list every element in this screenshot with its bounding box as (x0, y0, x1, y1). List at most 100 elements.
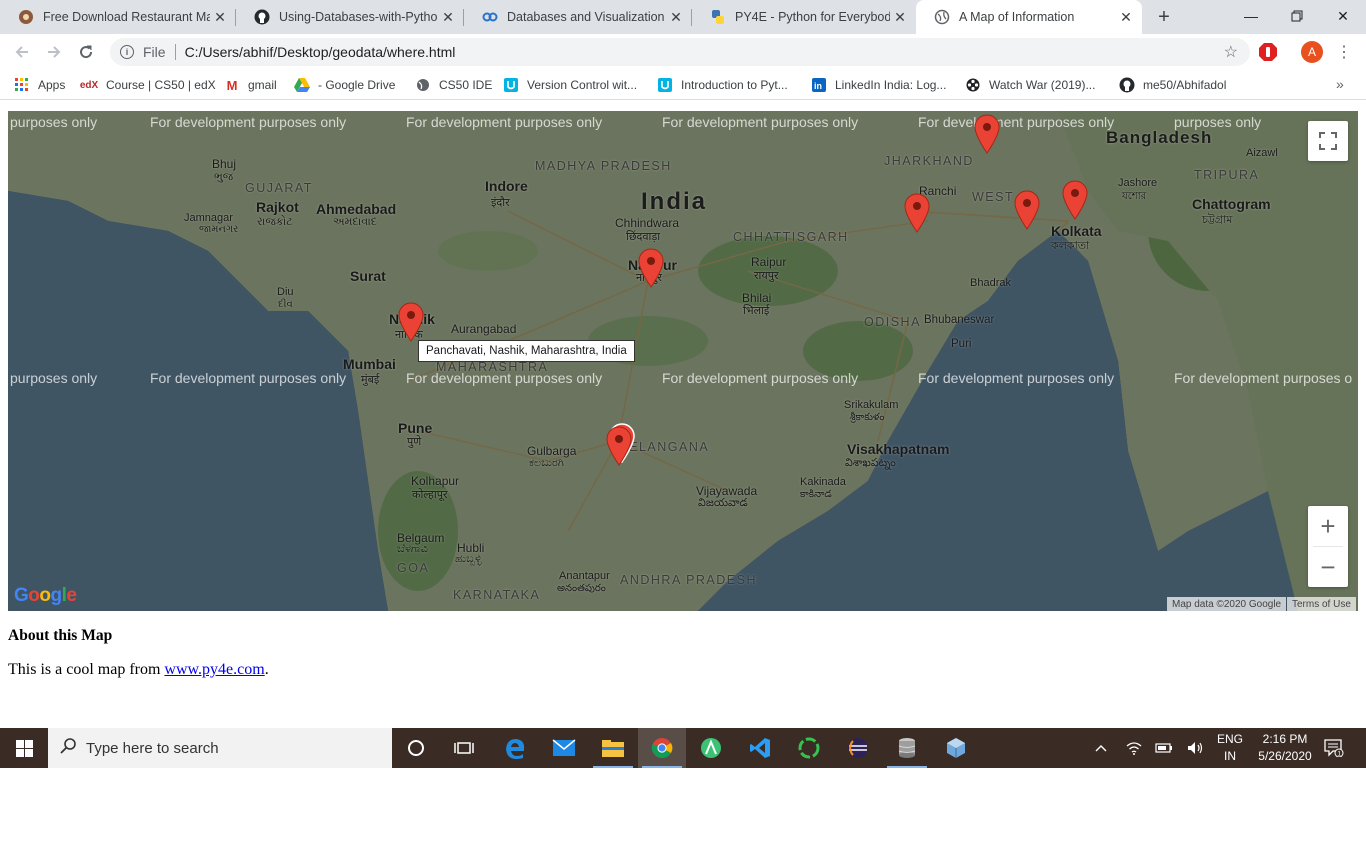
info-icon[interactable]: i (120, 45, 134, 59)
map-marker-icon[interactable] (904, 193, 930, 233)
map-marker-icon[interactable] (974, 114, 1000, 154)
bookmark-label: - Google Drive (318, 78, 396, 92)
tab-github-repo[interactable]: Using-Databases-with-Python/ ✕ (236, 0, 464, 34)
forward-arrow-icon[interactable] (42, 40, 66, 64)
edge-icon[interactable] (491, 728, 539, 768)
region-label: KARNATAKA (453, 588, 541, 602)
marker-tooltip: Panchavati, Nashik, Maharashtra, India (418, 340, 635, 362)
tab-close-icon[interactable]: ✕ (210, 7, 230, 27)
globe-icon (415, 77, 431, 93)
adblock-extension-icon[interactable] (1258, 42, 1278, 62)
bookmarks-overflow-icon[interactable]: » (1336, 76, 1344, 92)
tab-map-active[interactable]: A Map of Information ✕ (916, 0, 1142, 34)
tab-py4e[interactable]: PY4E - Python for Everybody ✕ (692, 0, 916, 34)
mail-icon[interactable] (540, 728, 588, 768)
battery-icon[interactable] (1152, 728, 1176, 768)
map-marker-icon[interactable] (398, 302, 424, 342)
profile-avatar[interactable]: A (1301, 41, 1323, 63)
new-tab-plus-icon[interactable]: + (1152, 5, 1176, 29)
bookmark-intro-python[interactable]: Introduction to Pyt... (657, 75, 788, 95)
bookmark-version-control[interactable]: Version Control wit... (503, 75, 637, 95)
city-label: Mumbai (343, 356, 396, 372)
tab-coursera[interactable]: Databases and Visualization (p ✕ (464, 0, 692, 34)
chrome-icon[interactable] (638, 728, 686, 768)
reload-icon[interactable] (74, 40, 98, 64)
bookmark-label: Version Control wit... (527, 78, 638, 92)
city-label: Kakinada (800, 476, 846, 488)
tab-close-icon[interactable]: ✕ (1116, 7, 1136, 27)
notification-count: 1 (1337, 750, 1341, 757)
city-local-label: कोल्हापूर (412, 489, 448, 501)
region-label: ODISHA (864, 315, 921, 329)
tab-close-icon[interactable]: ✕ (438, 7, 458, 27)
volume-icon[interactable] (1184, 728, 1208, 768)
svg-text:in: in (814, 81, 822, 91)
bookmark-me50[interactable]: me50/Abhifadol (1119, 75, 1226, 95)
city-label: Chattogram (1192, 196, 1271, 212)
bookmark-cs50-edx[interactable]: edX Course | CS50 | edX (80, 75, 216, 95)
minimize-icon[interactable]: — (1228, 0, 1274, 32)
restore-icon[interactable] (1274, 0, 1320, 32)
about-paragraph: This is a cool map from www.py4e.com. (8, 661, 269, 679)
chrome-menu-icon[interactable]: ⋮ (1336, 42, 1352, 62)
region-label: MAHARASHTRA (436, 360, 549, 374)
system-clock[interactable]: 2:16 PM 5/26/2020 (1250, 731, 1320, 765)
tab-title: Free Download Restaurant Ma (43, 10, 210, 24)
bookmark-label: CS50 IDE (439, 78, 493, 92)
google-map[interactable]: purposes only For development purposes o… (8, 111, 1358, 611)
tab-close-icon[interactable]: ✕ (890, 7, 910, 27)
map-marker-icon[interactable] (1062, 180, 1088, 220)
city-label: Jashore (1118, 177, 1158, 189)
map-marker-icon[interactable] (606, 426, 632, 466)
close-window-icon[interactable]: ✕ (1320, 0, 1366, 32)
wifi-icon[interactable] (1122, 728, 1146, 768)
film-reel-icon (965, 77, 981, 93)
file-explorer-icon[interactable] (589, 728, 637, 768)
terms-of-use-link[interactable]: Terms of Use (1287, 597, 1356, 611)
virtualbox-icon[interactable] (932, 728, 980, 768)
taskbar-search[interactable]: Type here to search (48, 728, 392, 768)
google-logo[interactable]: Google (14, 585, 77, 607)
cortana-icon[interactable] (392, 728, 440, 768)
url-text[interactable]: C:/Users/abhif/Desktop/geodata/where.htm… (185, 44, 1224, 60)
about-text-before: This is a cool map from (8, 661, 165, 678)
show-hidden-icons-chevron-icon[interactable] (1090, 728, 1112, 768)
bookmark-star-icon[interactable]: ☆ (1224, 42, 1238, 62)
bookmark-gmail[interactable]: M gmail (224, 75, 277, 95)
city-local-label: శ్రీకాకుళం (850, 412, 885, 423)
sync-app-icon[interactable] (785, 728, 833, 768)
zoom-out-button[interactable]: − (1308, 547, 1348, 587)
windows-start-icon[interactable] (0, 728, 48, 768)
bookmark-watch-war[interactable]: Watch War (2019)... (965, 75, 1095, 95)
clock-date: 5/26/2020 (1258, 749, 1312, 763)
back-arrow-icon[interactable] (10, 40, 34, 64)
dev-watermark: For development purposes only (918, 114, 1115, 130)
city-label: Vijayawada (696, 484, 758, 498)
bookmark-label: Introduction to Pyt... (681, 78, 788, 92)
notification-center-icon[interactable]: 1 (1322, 728, 1346, 768)
search-placeholder: Type here to search (86, 739, 219, 757)
android-studio-icon[interactable] (687, 728, 735, 768)
city-local-label: દીવ (278, 299, 293, 310)
map-marker-icon[interactable] (638, 248, 664, 288)
bookmark-cs50-ide[interactable]: CS50 IDE (415, 75, 492, 95)
tab-close-icon[interactable]: ✕ (666, 7, 686, 27)
task-view-icon[interactable] (440, 728, 488, 768)
eclipse-icon[interactable] (834, 728, 882, 768)
map-marker-icon[interactable] (1014, 190, 1040, 230)
language-indicator[interactable]: ENG IN (1212, 731, 1248, 765)
database-icon[interactable] (883, 728, 931, 768)
py4e-link[interactable]: www.py4e.com (164, 661, 264, 678)
address-bar[interactable]: i File C:/Users/abhif/Desktop/geodata/wh… (110, 38, 1250, 66)
tab-restaurant[interactable]: Free Download Restaurant Ma ✕ (0, 0, 236, 34)
region-label: GOA (397, 561, 430, 575)
zoom-in-button[interactable]: + (1308, 506, 1348, 546)
bookmark-google-drive[interactable]: - Google Drive (294, 75, 395, 95)
fullscreen-toggle-icon[interactable] (1308, 121, 1348, 161)
city-label: Aurangabad (451, 322, 517, 336)
browser-toolbar: i File C:/Users/abhif/Desktop/geodata/wh… (0, 34, 1366, 70)
search-icon (60, 737, 76, 759)
bookmark-apps[interactable]: Apps (14, 75, 65, 95)
vscode-icon[interactable] (736, 728, 784, 768)
bookmark-linkedin[interactable]: in LinkedIn India: Log... (811, 75, 946, 95)
